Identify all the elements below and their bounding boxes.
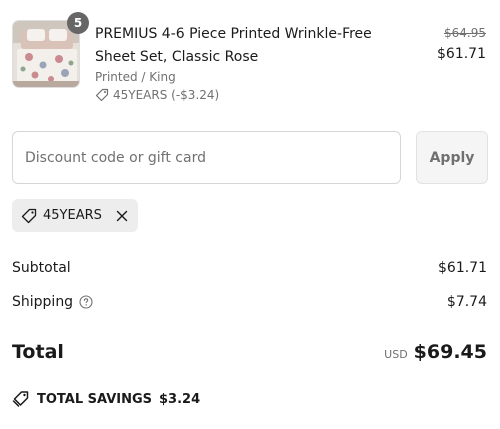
total-amount-group: USD $69.45: [384, 341, 487, 363]
currency-code: USD: [384, 348, 408, 361]
discount-code-input[interactable]: [12, 131, 401, 184]
total-value: $69.45: [413, 341, 487, 363]
product-discount-label: 45YEARS (-$3.24): [113, 88, 220, 102]
shipping-label-group: Shipping: [12, 294, 93, 310]
applied-discount-chip: 45YEARS: [12, 199, 138, 232]
product-discount: 45YEARS (-$3.24): [95, 88, 219, 102]
line-item: 5 PREMIUS 4-6 Piece Printed Wrinkle-Free…: [12, 12, 488, 112]
tag-icon: [95, 88, 109, 102]
product-title: PREMIUS 4-6 Piece Printed Wrinkle-Free S…: [95, 26, 372, 65]
savings-value: $3.24: [159, 391, 201, 407]
remove-discount-button[interactable]: [116, 210, 128, 222]
product-price: $61.71: [437, 46, 486, 62]
order-summary: 5 PREMIUS 4-6 Piece Printed Wrinkle-Free…: [0, 0, 500, 429]
subtotal-label: Subtotal: [12, 260, 71, 276]
applied-code-label: 45YEARS: [43, 208, 102, 223]
shipping-row: Shipping $7.74: [12, 292, 487, 312]
shipping-value: $7.74: [446, 294, 487, 310]
total-savings: TOTAL SAVINGS $3.24: [12, 388, 200, 410]
total-row: Total USD $69.45: [12, 338, 487, 366]
subtotal-value: $61.71: [438, 260, 487, 276]
close-icon: [116, 210, 128, 221]
product-variant: Printed / King: [95, 70, 176, 84]
help-icon: [79, 295, 93, 309]
apply-button[interactable]: Apply: [416, 131, 488, 184]
shipping-info-button[interactable]: [79, 295, 93, 309]
subtotal-row: Subtotal $61.71: [12, 258, 487, 278]
product-thumbnail-wrap: 5: [12, 12, 89, 88]
savings-label: TOTAL SAVINGS: [37, 391, 153, 407]
tags-icon: [12, 391, 29, 407]
tag-icon: [21, 208, 37, 223]
shipping-label: Shipping: [12, 294, 74, 310]
total-label: Total: [12, 341, 64, 363]
quantity-badge: 5: [67, 12, 89, 34]
compare-at-price: $64.95: [444, 26, 486, 40]
